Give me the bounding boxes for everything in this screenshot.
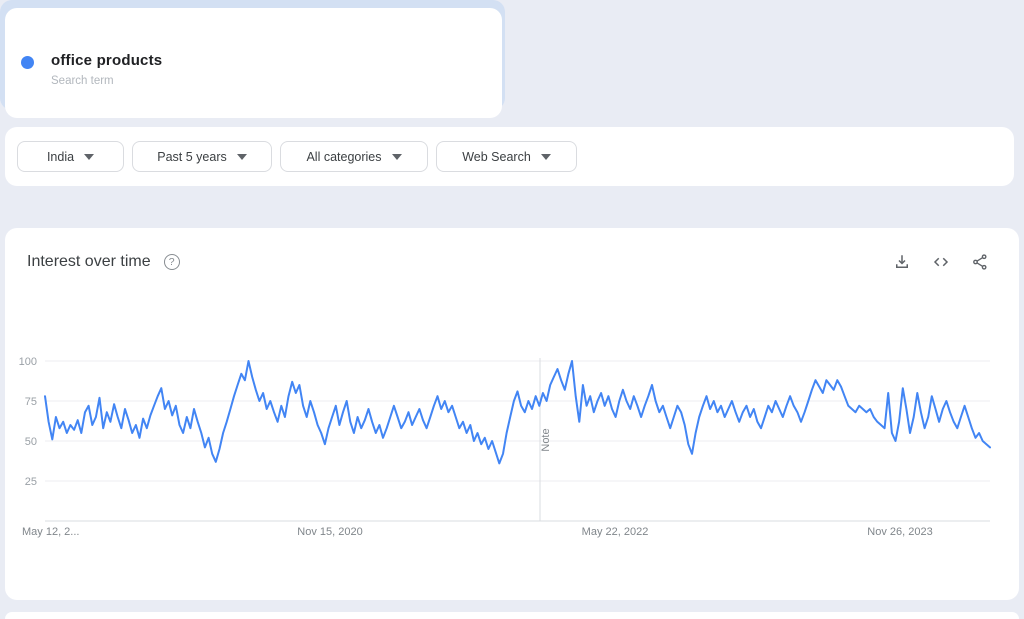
category-filter-dropdown[interactable]: All categories: [280, 141, 428, 172]
y-tick-label: 25: [25, 476, 37, 488]
x-tick-label: Nov 15, 2020: [297, 526, 362, 538]
help-icon[interactable]: ?: [163, 254, 180, 270]
chevron-down-icon: [236, 153, 247, 160]
share-icon[interactable]: [971, 253, 989, 271]
filter-bar: India Past 5 years All categories Web Se…: [5, 127, 1014, 186]
chart-title: Interest over time: [27, 253, 151, 270]
google-trends-page: office products Search term + Compare In…: [0, 0, 1024, 619]
search-type-filter-dropdown[interactable]: Web Search: [436, 141, 577, 172]
chevron-down-icon: [84, 153, 95, 160]
chart-header: Interest over time ?: [27, 253, 989, 271]
y-tick-label: 100: [19, 356, 37, 368]
time-range-filter-label: Past 5 years: [157, 149, 227, 164]
country-filter-label: India: [46, 149, 75, 164]
x-tick-label: May 12, 2...: [22, 526, 79, 538]
series-color-dot: [21, 56, 34, 69]
search-term: office products: [51, 52, 163, 69]
download-icon[interactable]: [893, 253, 911, 271]
search-term-card[interactable]: office products Search term: [5, 8, 502, 118]
y-tick-label: 75: [25, 396, 37, 408]
x-tick-label: May 22, 2022: [582, 526, 649, 538]
interest-over-time-card: Interest over time ? 100 75 50 25 Note M…: [5, 228, 1019, 600]
country-filter-dropdown[interactable]: India: [17, 141, 124, 172]
search-term-type: Search term: [51, 75, 114, 87]
category-filter-label: All categories: [306, 149, 382, 164]
interest-over-time-chart: 100 75 50 25 Note May 12, 2... Nov 15, 2020 May…: [19, 356, 991, 538]
next-card-top-edge: [5, 612, 1019, 619]
time-range-filter-dropdown[interactable]: Past 5 years: [132, 141, 272, 172]
embed-icon[interactable]: [932, 253, 950, 271]
chevron-down-icon: [540, 153, 551, 160]
y-tick-label: 50: [25, 436, 37, 448]
search-type-filter-label: Web Search: [462, 149, 531, 164]
chart-actions: [893, 253, 989, 271]
trend-line: [44, 360, 991, 465]
note-marker-label: Note: [540, 428, 552, 451]
x-tick-label: Nov 26, 2023: [867, 526, 932, 538]
chevron-down-icon: [391, 153, 402, 160]
